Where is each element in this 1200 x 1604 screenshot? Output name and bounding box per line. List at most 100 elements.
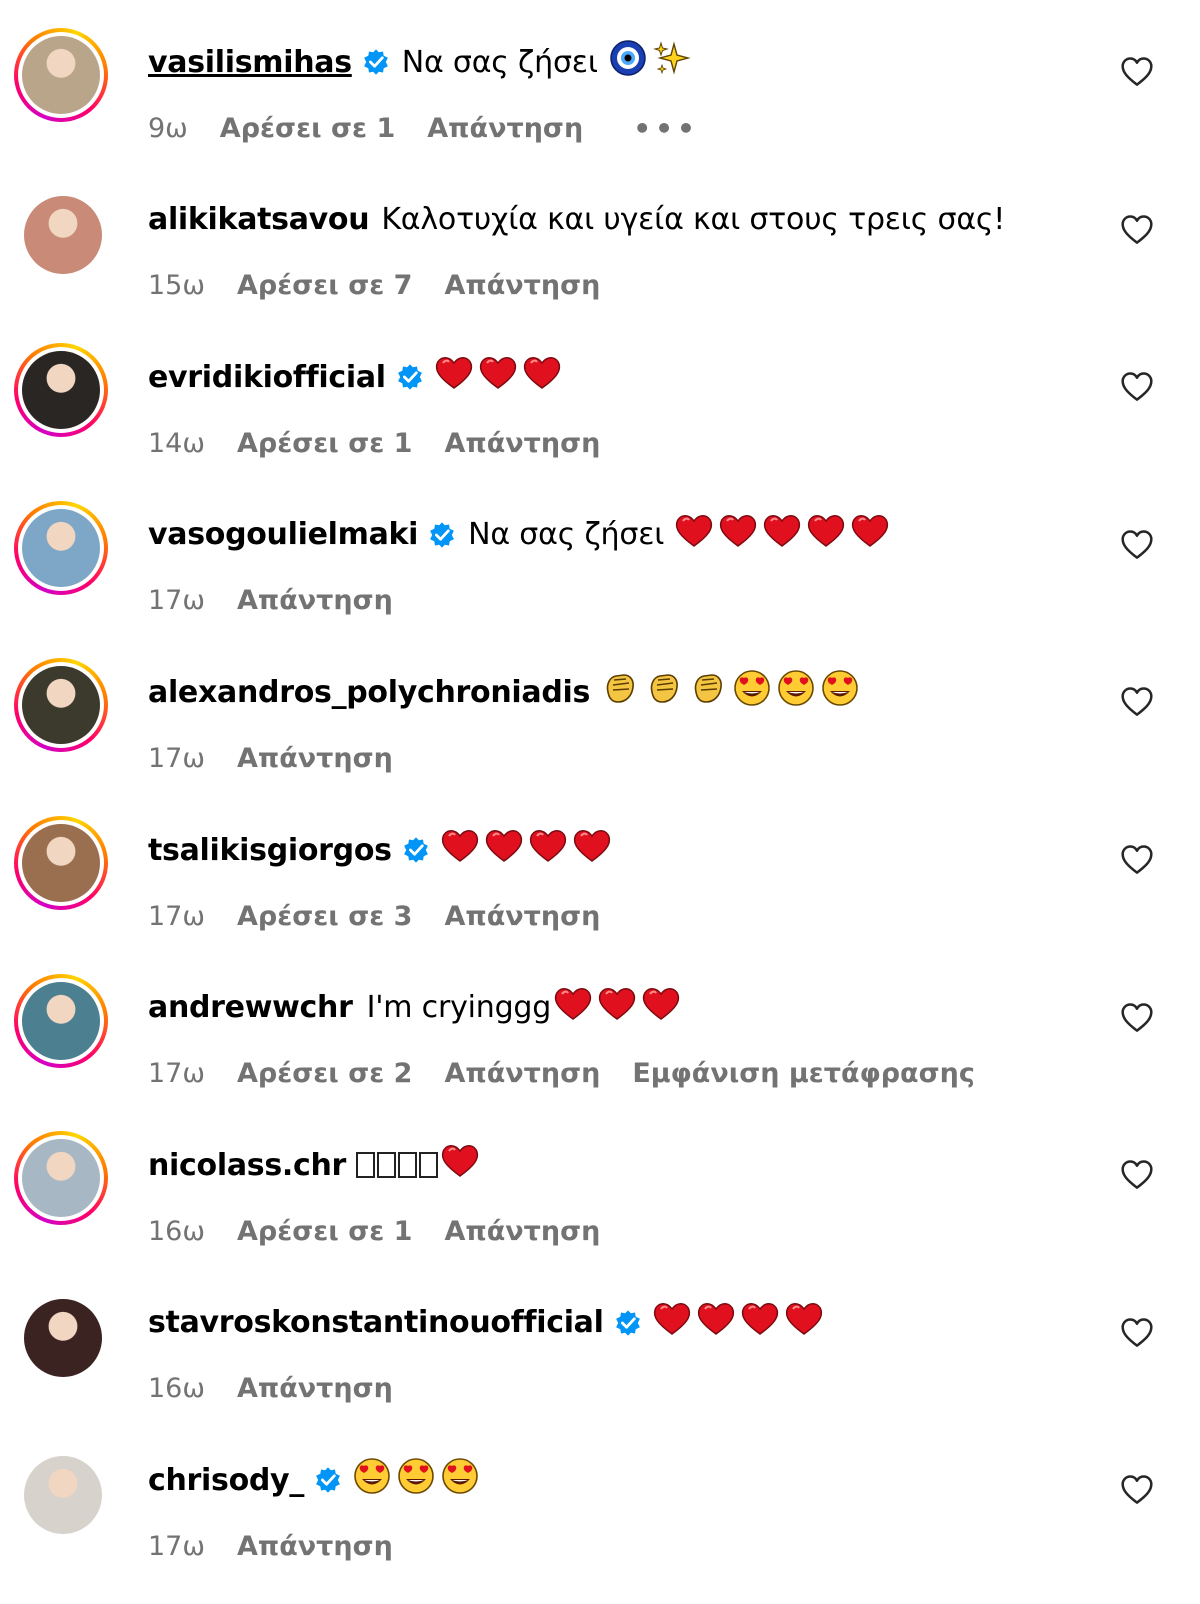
profile-photo (22, 824, 100, 902)
comment-meta: 17ω Απάντηση (148, 738, 425, 778)
see-translation-button[interactable]: Εμφάνιση μετάφρασης (632, 1058, 974, 1089)
emoji-group (356, 1141, 484, 1189)
likes-count-button[interactable]: Αρέσει σε 3 (237, 901, 412, 932)
profile-photo (22, 666, 100, 745)
timestamp[interactable]: 9ω (148, 113, 188, 144)
reply-button[interactable]: Απάντηση (237, 585, 393, 616)
username-link[interactable]: vasogoulielmaki (148, 517, 418, 552)
reply-button[interactable]: Απάντηση (444, 1216, 600, 1247)
avatar[interactable] (14, 816, 108, 910)
username-link[interactable]: tsalikisgiorgos (148, 833, 392, 868)
heart-outline-icon[interactable] (1120, 686, 1154, 718)
timestamp[interactable]: 17ω (148, 743, 205, 774)
reply-button[interactable]: Απάντηση (444, 1058, 600, 1089)
username-link[interactable]: nicolass.chr (148, 1148, 346, 1183)
likes-count-button[interactable]: Αρέσει σε 7 (237, 270, 412, 301)
likes-count-button[interactable]: Αρέσει σε 1 (220, 113, 395, 144)
likes-count-button[interactable]: Αρέσει σε 2 (237, 1058, 412, 1089)
missing-glyph-box (377, 1152, 397, 1179)
avatar[interactable] (14, 1289, 108, 1383)
comment-meta: 17ω Απάντηση (148, 581, 425, 621)
username-link[interactable]: alexandros_polychroniadis (148, 675, 590, 710)
missing-glyph-box (398, 1152, 418, 1179)
username-link[interactable]: vasilismihas (148, 45, 352, 80)
timestamp[interactable]: 16ω (148, 1373, 205, 1404)
red-heart-emoji (653, 1302, 690, 1335)
avatar[interactable] (14, 973, 108, 1068)
reply-button[interactable]: Απάντηση (237, 743, 393, 774)
red-heart-emoji (785, 1302, 822, 1335)
username-link[interactable]: andrewwchr (148, 990, 353, 1025)
likes-count-button[interactable]: Αρέσει σε 1 (237, 428, 412, 459)
reply-button[interactable]: Απάντηση (237, 1373, 393, 1404)
likes-count-button[interactable]: Αρέσει σε 1 (237, 1216, 412, 1247)
avatar[interactable] (14, 186, 108, 280)
comment-meta: 17ω Αρέσει σε 3 Απάντηση (148, 896, 632, 936)
timestamp[interactable]: 15ω (148, 270, 205, 301)
timestamp[interactable]: 17ω (148, 1058, 205, 1089)
comment-meta: 15ω Αρέσει σε 7 Απάντηση (148, 266, 632, 306)
verified-badge-icon (396, 363, 424, 391)
verified-badge-icon (362, 48, 390, 76)
heart-outline-icon[interactable] (1120, 214, 1154, 246)
comment-body: stavroskonstantinouofficial (148, 1301, 828, 1345)
username-link[interactable]: evridikiofficial (148, 360, 386, 395)
avatar[interactable] (14, 343, 108, 438)
reply-button[interactable]: Απάντηση (444, 901, 600, 932)
comment-row: tsalikisgiorgos 17ω Αρέσει σε 3 Απάντηση (0, 816, 1200, 974)
avatar[interactable] (14, 1131, 108, 1226)
timestamp[interactable]: 17ω (148, 1531, 205, 1562)
timestamp[interactable]: 16ω (148, 1216, 205, 1247)
heart-eyes-emoji (734, 670, 770, 707)
profile-photo (24, 1298, 102, 1377)
clapping-hands-emoji (606, 674, 634, 704)
username-link[interactable]: alikikatsavou (148, 202, 370, 237)
avatar[interactable] (14, 658, 108, 753)
red-heart-emoji (719, 514, 757, 547)
sparkles-emoji (652, 41, 691, 75)
red-heart-emoji (807, 514, 845, 547)
verified-badge-icon (402, 836, 430, 864)
avatar[interactable] (14, 28, 108, 122)
username-link[interactable]: chrisody_ (148, 1463, 304, 1498)
more-options-icon[interactable]: ••• (633, 112, 699, 145)
avatar[interactable] (14, 1446, 108, 1540)
reply-button[interactable]: Απάντηση (237, 1531, 393, 1562)
nazar-amulet-emoji (610, 40, 646, 76)
comment-body: tsalikisgiorgos (148, 828, 616, 872)
emoji-group (352, 1456, 484, 1504)
username-link[interactable]: stavroskonstantinouofficial (148, 1305, 604, 1340)
comment-body: alikikatsavou Καλοτυχία και υγεία και στο… (148, 198, 1015, 242)
heart-outline-icon[interactable] (1120, 56, 1154, 88)
heart-outline-icon[interactable] (1120, 529, 1154, 561)
timestamp[interactable]: 14ω (148, 428, 205, 459)
emoji-group (652, 1299, 828, 1347)
heart-outline-icon[interactable] (1120, 1002, 1154, 1034)
profile-photo (24, 195, 102, 274)
heart-outline-icon[interactable] (1120, 1159, 1154, 1191)
heart-outline-icon[interactable] (1120, 1474, 1154, 1506)
profile-photo (24, 1456, 102, 1535)
heart-outline-icon[interactable] (1120, 371, 1154, 403)
missing-glyph-box (419, 1152, 439, 1179)
red-heart-emoji (763, 514, 801, 547)
comment-body: vasogoulielmaki Να σας ζήσει (148, 513, 894, 557)
emoji-group (674, 511, 894, 559)
comment-meta: 16ω Απάντηση (148, 1369, 425, 1409)
profile-photo (22, 508, 100, 587)
avatar[interactable] (14, 500, 108, 595)
reply-button[interactable]: Απάντηση (444, 428, 600, 459)
timestamp[interactable]: 17ω (148, 585, 205, 616)
timestamp[interactable]: 17ω (148, 901, 205, 932)
red-heart-emoji (741, 1302, 778, 1335)
reply-button[interactable]: Απάντηση (444, 270, 600, 301)
reply-button[interactable]: Απάντηση (427, 113, 583, 144)
emoji-group (434, 353, 566, 401)
comment-row: chrisody_ 17ω Απάντηση (0, 1446, 1200, 1604)
heart-outline-icon[interactable] (1120, 1317, 1154, 1349)
profile-photo (22, 36, 100, 114)
heart-outline-icon[interactable] (1120, 844, 1154, 876)
red-heart-emoji (554, 987, 592, 1020)
red-heart-emoji (529, 830, 566, 862)
comment-row: evridikiofficial 14ω Αρέσει σε 1 Απάντηση (0, 343, 1200, 501)
